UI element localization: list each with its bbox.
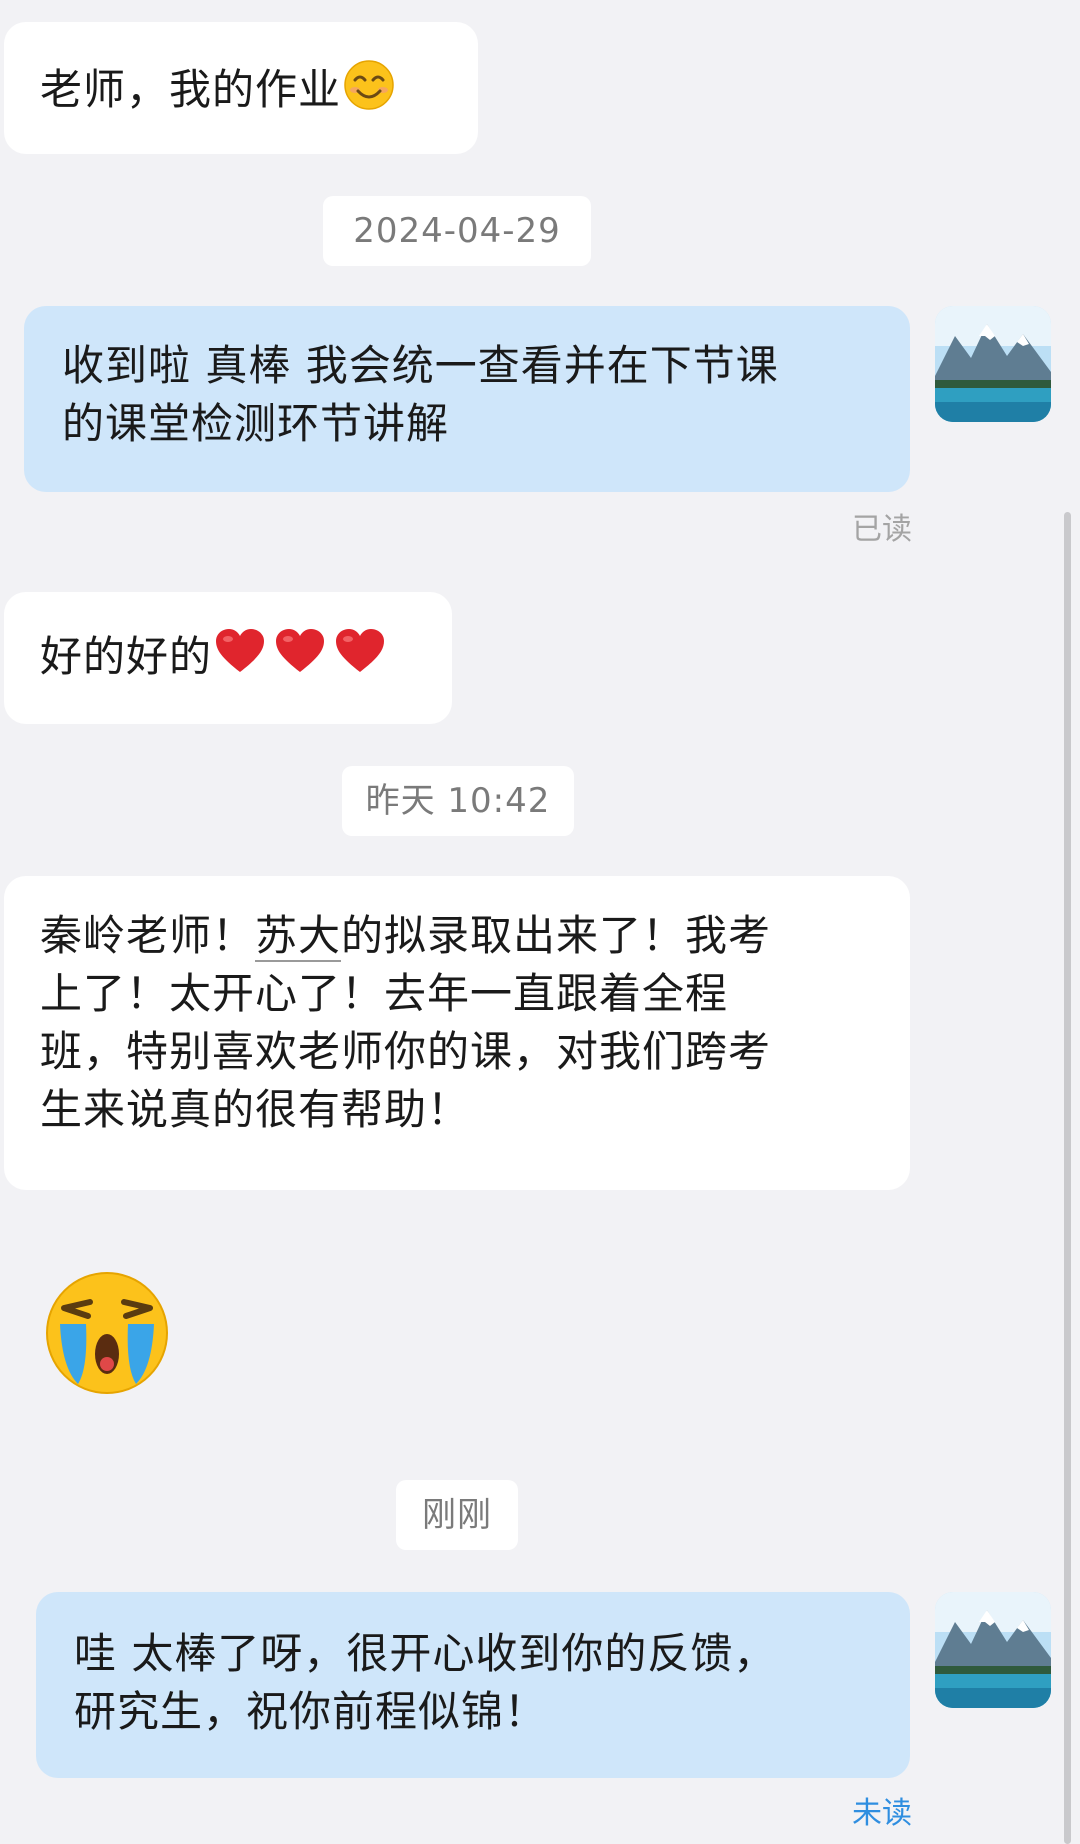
avatar[interactable] [935, 306, 1051, 422]
smiling-face-icon [343, 59, 395, 126]
incoming-message-homework[interactable]: 老师，我的作业 [4, 22, 478, 154]
red-heart-icon [334, 628, 386, 691]
outgoing-message-congratulations[interactable]: 哇 太棒了呀，很开心收到你的反馈， 研究生，祝你前程似锦！ [36, 1592, 910, 1778]
message-text: 老师，我的作业 [40, 65, 342, 114]
message-text: 好的好的 [40, 632, 213, 681]
read-receipt: 已读 [852, 512, 912, 547]
red-heart-icon [274, 628, 326, 691]
message-text-line: 生来说真的很有帮助！ [40, 1085, 471, 1134]
avatar[interactable] [935, 1592, 1051, 1708]
message-text-line: 的课堂检测环节讲解 [62, 399, 450, 448]
message-text-line: 收到啦 真棒 我会统一查看并在下节课 [62, 341, 779, 390]
message-text-line: 班，特别喜欢老师你的课，对我们跨考 [40, 1027, 772, 1076]
timestamp-divider: 刚刚 [396, 1480, 518, 1550]
mountain-lake-avatar-icon [935, 306, 1051, 422]
red-heart-icon [214, 628, 266, 691]
mountain-lake-avatar-icon [935, 1592, 1051, 1708]
timestamp-divider: 昨天 10:42 [342, 766, 574, 836]
loudly-crying-face-icon[interactable] [42, 1268, 172, 1398]
timestamp-divider: 2024-04-29 [323, 196, 591, 266]
scrollbar[interactable] [1064, 512, 1071, 1844]
incoming-message-admission[interactable]: 秦岭老师！苏大的拟录取出来了！我考 上了！太开心了！去年一直跟着全程 班，特别喜… [4, 876, 910, 1190]
unread-receipt: 未读 [852, 1796, 912, 1831]
message-text-line: 秦岭老师！苏大的拟录取出来了！我考 [40, 911, 772, 962]
incoming-message-ok[interactable]: 好的好的 [4, 592, 452, 724]
message-text-line: 研究生，祝你前程似锦！ [74, 1687, 548, 1736]
university-link[interactable]: 苏大 [255, 911, 342, 962]
message-text-line: 哇 太棒了呀，很开心收到你的反馈， [74, 1629, 777, 1678]
message-text-line: 上了！太开心了！去年一直跟着全程 [40, 969, 729, 1018]
outgoing-message-received-homework[interactable]: 收到啦 真棒 我会统一查看并在下节课 的课堂检测环节讲解 [24, 306, 910, 492]
